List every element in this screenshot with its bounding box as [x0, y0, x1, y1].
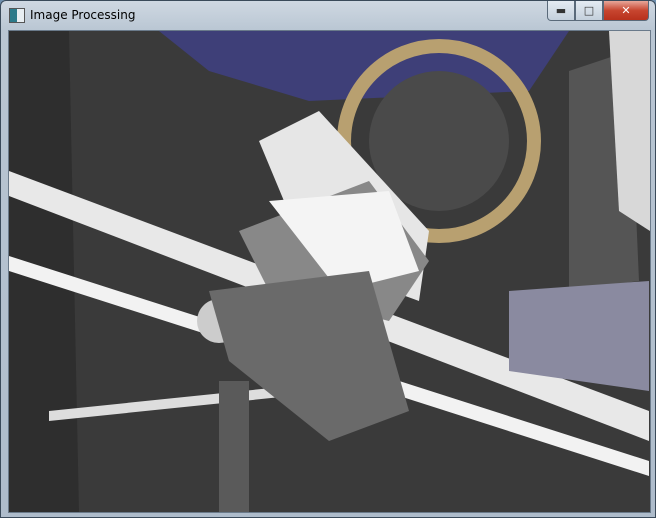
window-title: Image Processing [30, 8, 136, 22]
app-icon[interactable] [9, 8, 25, 23]
minimize-button[interactable]: ▬ [547, 1, 575, 21]
minimize-icon: ▬ [555, 4, 567, 17]
close-button[interactable]: ✕ [603, 1, 649, 21]
title-bar[interactable]: Image Processing ▬ □ ✕ [1, 1, 655, 31]
image-display[interactable] [8, 30, 651, 513]
processed-image [9, 31, 650, 512]
image-window: Image Processing ▬ □ ✕ [0, 0, 656, 518]
maximize-button[interactable]: □ [575, 1, 603, 21]
window-controls: ▬ □ ✕ [547, 1, 649, 21]
close-icon: ✕ [621, 4, 631, 17]
maximize-icon: □ [583, 4, 595, 17]
